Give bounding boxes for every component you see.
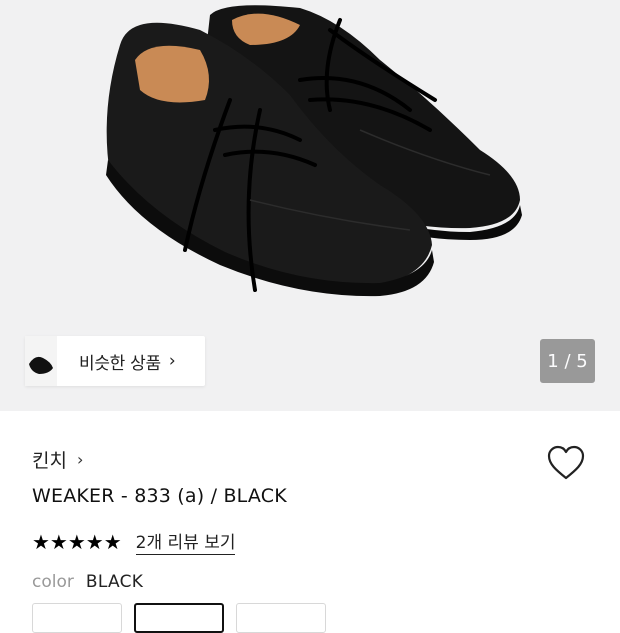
star-icon: ★★★★★ bbox=[32, 529, 122, 554]
similar-product-thumbnail bbox=[25, 336, 57, 386]
color-row: color BLACK bbox=[32, 572, 143, 592]
color-option-selected[interactable] bbox=[134, 603, 224, 633]
similar-products-button[interactable]: 비슷한 상품 › bbox=[25, 336, 205, 386]
chevron-right-icon: › bbox=[168, 351, 176, 371]
brand-link[interactable]: 킨치 › bbox=[32, 446, 83, 473]
color-option[interactable] bbox=[236, 603, 326, 633]
brand-name: 킨치 bbox=[32, 450, 67, 472]
color-value: BLACK bbox=[85, 572, 144, 592]
color-label: color bbox=[32, 572, 74, 592]
chevron-right-icon: › bbox=[76, 450, 84, 469]
rating-row: ★★★★★ 2개 리뷰 보기 bbox=[32, 528, 236, 555]
similar-products-label: 비슷한 상품 bbox=[79, 353, 161, 374]
product-title: WEAKER - 833 (a) / BLACK bbox=[32, 485, 287, 507]
heart-outline-icon[interactable] bbox=[546, 445, 586, 481]
product-image-gallery[interactable]: 비슷한 상품 › 1 / 5 bbox=[0, 0, 620, 411]
review-link[interactable]: 2개 리뷰 보기 bbox=[135, 528, 236, 555]
image-counter: 1 / 5 bbox=[540, 339, 595, 383]
color-option[interactable] bbox=[32, 603, 122, 633]
